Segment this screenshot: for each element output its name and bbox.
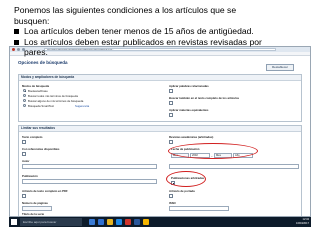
windows-taskbar: Escribe aquí para buscar 12:34 16/03/201…: [9, 217, 311, 227]
peer-reviewed-label: Publicaciones arbitradas: [171, 176, 205, 180]
limit-results-panel-title[interactable]: Limitar sus resultados: [19, 126, 301, 132]
radio-any-terms[interactable]: [23, 99, 26, 102]
publication-input[interactable]: [22, 179, 157, 184]
bullet-text-2b: pares.: [24, 47, 48, 58]
issn-input[interactable]: [169, 206, 229, 211]
issn-label: ISSN: [169, 201, 176, 205]
mode-all-terms-label: Buscar todos mis términos de búsqueda: [28, 94, 78, 98]
subject-equivalents-label: Aplicar materias equivalentes: [169, 108, 209, 112]
square-bullet-icon: [14, 29, 19, 35]
taskbar-search-box[interactable]: Escribe aquí para buscar: [20, 218, 82, 226]
bullet-item-1: Loa artículos deben tener menos de 15 añ…: [12, 26, 312, 37]
search-options-page: Opciones de búsqueda Restablecer Modos y…: [16, 59, 306, 216]
edge-browser-icon[interactable]: [98, 219, 104, 225]
publication-label: Publicación: [22, 174, 38, 178]
powerpoint-icon[interactable]: [125, 219, 131, 225]
browser-window: http://web.b.ebscohost.com/ehost/search/…: [9, 46, 311, 217]
peer-reviewed-checkbox[interactable]: [171, 181, 175, 185]
windows-start-icon[interactable]: [11, 219, 17, 225]
search-modes-panel: Modos y ampliadores de búsqueda Modos de…: [18, 74, 302, 122]
bullet-text-2a: Los artículos deben estar publicados en …: [24, 36, 262, 47]
file-explorer-icon[interactable]: [107, 219, 113, 225]
date-range-dash: –: [211, 154, 213, 158]
cover-story-label: Artículo de portada: [169, 189, 195, 193]
scholarly-journals-label: Revistas académicas (arbitradas): [169, 135, 214, 139]
related-words-label: Aplicar palabras relacionadas: [169, 84, 209, 88]
search-modes-panel-title[interactable]: Modos y ampliadores de búsqueda: [19, 75, 301, 81]
number-of-pages-select[interactable]: [22, 206, 52, 211]
radio-smarttext[interactable]: [23, 104, 26, 107]
year-from-input[interactable]: 2002: [190, 153, 210, 158]
radio-all-terms[interactable]: [23, 94, 26, 97]
references-label: Con referencias disponibles: [22, 147, 60, 151]
task-view-icon[interactable]: [89, 219, 95, 225]
reset-button[interactable]: Restablecer: [266, 64, 294, 71]
cover-story-checkbox[interactable]: [169, 194, 173, 198]
full-text-search-label: Buscar también en el texto completo de l…: [169, 96, 240, 100]
clock-date: 16/03/2017: [296, 222, 309, 225]
author-input[interactable]: [22, 164, 157, 169]
page-title: Opciones de búsqueda: [18, 60, 68, 65]
pdf-checkbox[interactable]: [22, 194, 26, 198]
smarttext-help-link[interactable]: Sugerencia: [75, 104, 89, 108]
word-icon[interactable]: [134, 219, 140, 225]
intro-line-1: Ponemos las siguientes condiciones a los…: [14, 5, 237, 15]
mode-smarttext-label: Búsqueda SmartText: [28, 104, 54, 108]
intro-line-2: busquen:: [14, 15, 50, 26]
system-tray-clock[interactable]: 12:34 16/03/2017: [296, 218, 309, 226]
bullet-text-1: Loa artículos deben tener menos de 15 añ…: [24, 26, 254, 37]
square-bullet-icon: [14, 39, 19, 45]
scholarly-journals-checkbox[interactable]: [169, 140, 173, 144]
slide-text: Ponemos las siguientes condiciones a los…: [12, 5, 312, 58]
related-words-checkbox[interactable]: [169, 89, 173, 93]
mode-boolean-label: Booleana/Frase: [28, 89, 48, 93]
full-text-checkbox[interactable]: [22, 140, 26, 144]
publication-type-input[interactable]: [169, 164, 299, 169]
store-icon[interactable]: [116, 219, 122, 225]
full-text-label: Texto completo: [22, 135, 43, 139]
month-from-select[interactable]: Mes: [171, 153, 189, 158]
full-text-search-checkbox[interactable]: [169, 101, 173, 105]
pdf-label: Artículo de texto completo en PDF: [22, 189, 68, 193]
number-of-pages-label: Número de páginas: [22, 201, 48, 205]
author-label: Autor: [22, 159, 30, 163]
month-to-select[interactable]: Mes: [214, 153, 232, 158]
mode-any-terms-label: Buscar alguno de mis términos de búsqued…: [28, 99, 84, 103]
year-to-input[interactable]: Año: [233, 153, 253, 158]
radio-boolean[interactable]: [23, 89, 26, 92]
references-checkbox[interactable]: [22, 152, 26, 156]
limit-results-panel: Limitar sus resultados Texto completo Co…: [18, 125, 302, 216]
chrome-icon[interactable]: [143, 219, 149, 225]
publication-date-label: Fecha de publicación: [171, 147, 200, 151]
subject-equivalents-checkbox[interactable]: [169, 113, 173, 117]
bullet-item-2: Los artículos deben estar publicados en …: [12, 37, 312, 58]
search-modes-label: Modos de búsqueda: [22, 84, 50, 88]
series-title-label: Título de la serie: [22, 212, 45, 216]
